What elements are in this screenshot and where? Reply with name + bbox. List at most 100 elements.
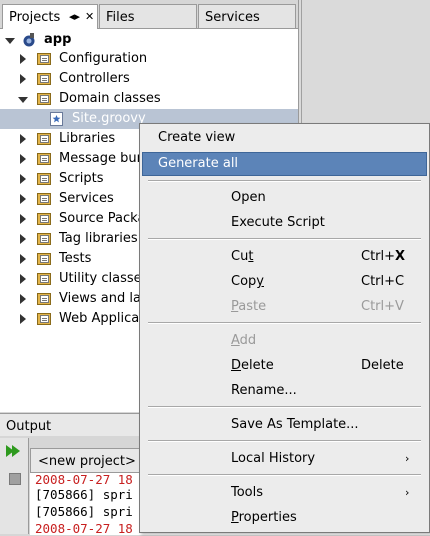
close-icon[interactable]: ✕: [85, 10, 94, 23]
menu-item-label: Paste: [231, 299, 267, 314]
menu-item-create-view[interactable]: Create view: [142, 126, 427, 150]
menu-item-label: Tools: [231, 485, 264, 500]
console-line: 2008-07-27 18: [35, 521, 133, 536]
tree-item-label: Web Applicat: [59, 311, 145, 326]
projects-tabbar: Projects ◂▸ ✕ Files Services: [0, 0, 298, 29]
output-toolbar: [0, 438, 29, 534]
tree-root-label: app: [44, 32, 72, 47]
tree-item-label: Tag libraries: [59, 231, 138, 246]
tab-output[interactable]: Output: [0, 414, 150, 436]
tree-item-configuration[interactable]: Configuration: [0, 49, 298, 69]
tree-root-app[interactable]: app: [0, 30, 298, 50]
menu-item-label: Copy: [231, 274, 264, 289]
tree-item-label: Scripts: [59, 171, 104, 186]
tab-services[interactable]: Services: [198, 4, 296, 28]
menu-separator: [148, 322, 421, 324]
output-tab-label: Output: [6, 419, 52, 434]
output-subtab-label: <new project> (: [38, 454, 146, 469]
collapse-toggle-icon[interactable]: [5, 38, 15, 44]
tree-item-label: Controllers: [59, 71, 130, 86]
menu-item-generate-all[interactable]: Generate all: [142, 152, 427, 176]
tab-services-label: Services: [205, 10, 260, 25]
menu-item-label: Properties: [231, 510, 297, 525]
tree-item-label: Domain classes: [59, 91, 161, 106]
tab-nav-icon[interactable]: ◂▸: [69, 10, 80, 23]
stop-icon[interactable]: [9, 473, 21, 485]
menu-item-execute-script[interactable]: Execute Script: [142, 211, 427, 235]
tree-item-domain-classes[interactable]: Domain classes: [0, 89, 298, 109]
menu-item-label: Local History: [231, 451, 316, 466]
rerun-icon-second[interactable]: [12, 445, 20, 457]
tab-projects-label: Projects: [9, 10, 61, 25]
tree-item-label: Site.groovy: [72, 111, 146, 126]
submenu-arrow-icon: ›: [405, 452, 410, 465]
expand-toggle-icon[interactable]: [20, 274, 26, 284]
menu-item-copy[interactable]: Copy Ctrl+C: [142, 270, 427, 294]
package-folder-icon: [37, 92, 51, 105]
console-line: [705866] spri: [35, 504, 133, 519]
menu-item-label: Execute Script: [231, 215, 325, 230]
submenu-arrow-icon: ›: [405, 486, 410, 499]
menu-separator: [148, 406, 421, 408]
expand-toggle-icon[interactable]: [20, 134, 26, 144]
tree-item-label: Libraries: [59, 131, 116, 146]
menu-item-properties[interactable]: Properties: [142, 506, 427, 530]
tree-item-label: Tests: [59, 251, 92, 266]
menu-item-shortcut: Delete: [361, 358, 404, 373]
menu-item-shortcut: Ctrl+C: [361, 274, 405, 289]
tab-files[interactable]: Files: [99, 4, 197, 28]
menu-item-rename[interactable]: Rename...: [142, 379, 427, 403]
console-line: 2008-07-27 18: [35, 472, 133, 487]
package-folder-icon: [37, 192, 51, 205]
menu-item-paste[interactable]: Paste Ctrl+V: [142, 295, 427, 319]
menu-separator: [148, 474, 421, 476]
expand-toggle-icon[interactable]: [20, 234, 26, 244]
expand-toggle-icon[interactable]: [20, 254, 26, 264]
tree-item-label: Services: [59, 191, 114, 206]
expand-toggle-icon[interactable]: [20, 74, 26, 84]
menu-item-open[interactable]: Open: [142, 186, 427, 210]
menu-item-label: Open: [231, 190, 266, 205]
menu-item-add[interactable]: Add: [142, 329, 427, 353]
package-folder-icon: [37, 272, 51, 285]
menu-item-label: Add: [231, 333, 257, 348]
collapse-toggle-icon[interactable]: [18, 97, 28, 103]
console-line: [705866] spri: [35, 487, 133, 502]
groovy-file-icon: [50, 112, 64, 126]
expand-toggle-icon[interactable]: [20, 294, 26, 304]
menu-item-label: Save As Template...: [231, 417, 359, 432]
expand-toggle-icon[interactable]: [20, 54, 26, 64]
menu-item-tools[interactable]: Tools ›: [142, 481, 427, 505]
expand-toggle-icon[interactable]: [20, 174, 26, 184]
expand-toggle-icon[interactable]: [20, 214, 26, 224]
menu-item-label: Create view: [158, 130, 236, 145]
package-folder-icon: [37, 252, 51, 265]
tab-files-label: Files: [106, 10, 135, 25]
menu-item-save-as-template[interactable]: Save As Template...: [142, 413, 427, 437]
expand-toggle-icon[interactable]: [20, 154, 26, 164]
package-folder-icon: [37, 132, 51, 145]
menu-item-local-history[interactable]: Local History ›: [142, 447, 427, 471]
package-folder-icon: [37, 172, 51, 185]
menu-item-shortcut: Ctrl+X: [361, 249, 406, 264]
menu-item-label: Cut: [231, 249, 254, 264]
tree-item-label: Utility classes: [59, 271, 149, 286]
tree-item-controllers[interactable]: Controllers: [0, 69, 298, 89]
menu-separator: [148, 238, 421, 240]
tree-item-label: Views and lay: [59, 291, 149, 306]
tab-projects[interactable]: Projects ◂▸ ✕: [2, 4, 98, 29]
menu-separator: [148, 440, 421, 442]
menu-item-label: Delete: [231, 358, 274, 373]
context-menu: Create view Generate all Open Execute Sc…: [139, 123, 430, 533]
package-folder-icon: [37, 292, 51, 305]
tree-item-label: Message bun: [59, 151, 145, 166]
expand-toggle-icon[interactable]: [20, 194, 26, 204]
menu-item-cut[interactable]: Cut Ctrl+X: [142, 245, 427, 269]
menu-item-label: Rename...: [231, 383, 297, 398]
package-folder-icon: [37, 52, 51, 65]
tree-item-label: Source Packa: [59, 211, 146, 226]
menu-item-delete[interactable]: Delete Delete: [142, 354, 427, 378]
package-folder-icon: [37, 152, 51, 165]
package-folder-icon: [37, 212, 51, 225]
expand-toggle-icon[interactable]: [20, 314, 26, 324]
